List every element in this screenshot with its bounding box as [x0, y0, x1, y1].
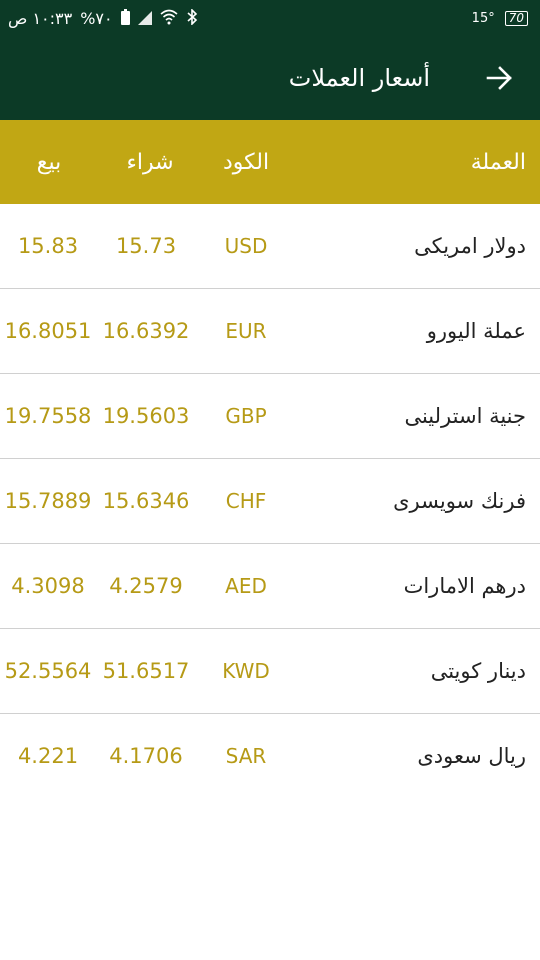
buy-price: 15.73	[115, 234, 177, 258]
buy-price: 51.6517	[102, 659, 190, 683]
currency-code: AED	[225, 574, 267, 598]
sell-price: 16.8051	[4, 319, 92, 343]
currency-code: EUR	[225, 319, 267, 343]
currency-row[interactable]: ريال سعودى SAR 4.1706 4.221	[0, 714, 540, 798]
buy-price: 4.1706	[109, 744, 183, 768]
sell-price: 15.7889	[4, 489, 92, 513]
battery-percent-text: %٧٠	[80, 8, 113, 28]
buy-price: 16.6392	[102, 319, 190, 343]
bluetooth-icon	[186, 7, 198, 28]
clock-text: ١٠:٣٣ ص	[8, 8, 73, 28]
currency-name: جنية استرلينى	[404, 404, 526, 428]
header-sell: بيع	[36, 149, 62, 175]
signal-icon	[137, 11, 152, 25]
currency-code: SAR	[225, 744, 267, 768]
currency-name: فرنك سويسرى	[393, 489, 526, 513]
header-currency: العملة	[470, 149, 526, 175]
page-title: أسعار العملات	[288, 64, 430, 92]
app-bar: أسعار العملات	[0, 36, 540, 120]
header-buy: شراء	[126, 149, 174, 175]
currency-name: عملة اليورو	[426, 319, 526, 343]
status-right-group: 15° 70	[472, 0, 528, 36]
buy-price: 19.5603	[102, 404, 190, 428]
battery-level-icon: 70	[504, 10, 528, 26]
wifi-icon	[160, 9, 178, 28]
currency-name: دولار امريكى	[414, 234, 526, 258]
buy-price: 4.2579	[109, 574, 183, 598]
currency-code: GBP	[225, 404, 267, 428]
status-bar: ١٠:٣٣ ص %٧٠ 15° 70	[0, 0, 540, 36]
temperature-text: 15°	[471, 10, 495, 26]
sell-price: 15.83	[17, 234, 79, 258]
currency-name: ريال سعودى	[417, 744, 526, 768]
currency-name: دينار كويتى	[430, 659, 526, 683]
currency-row[interactable]: درهم الامارات AED 4.2579 4.3098	[0, 544, 540, 629]
sell-price: 52.5564	[4, 659, 92, 683]
sell-price: 4.221	[17, 744, 79, 768]
currency-list: دولار امريكى USD 15.73 15.83 عملة اليورو…	[0, 204, 540, 798]
currency-row[interactable]: دينار كويتى KWD 51.6517 52.5564	[0, 629, 540, 714]
header-code: الكود	[222, 149, 270, 175]
currency-row[interactable]: عملة اليورو EUR 16.6392 16.8051	[0, 289, 540, 374]
sell-price: 4.3098	[11, 574, 85, 598]
currency-code: CHF	[225, 489, 267, 513]
currency-row[interactable]: جنية استرلينى GBP 19.5603 19.7558	[0, 374, 540, 459]
currency-code: KWD	[222, 659, 270, 683]
currency-row[interactable]: فرنك سويسرى CHF 15.6346 15.7889	[0, 459, 540, 544]
status-left-group: ١٠:٣٣ ص %٧٠	[8, 0, 198, 36]
back-arrow-icon[interactable]	[478, 56, 522, 100]
buy-price: 15.6346	[102, 489, 190, 513]
currency-row[interactable]: دولار امريكى USD 15.73 15.83	[0, 204, 540, 289]
currency-code: USD	[224, 234, 268, 258]
battery-icon	[120, 9, 130, 25]
table-header: العملة الكود شراء بيع	[0, 120, 540, 204]
sell-price: 19.7558	[4, 404, 92, 428]
currency-name: درهم الامارات	[403, 574, 526, 598]
